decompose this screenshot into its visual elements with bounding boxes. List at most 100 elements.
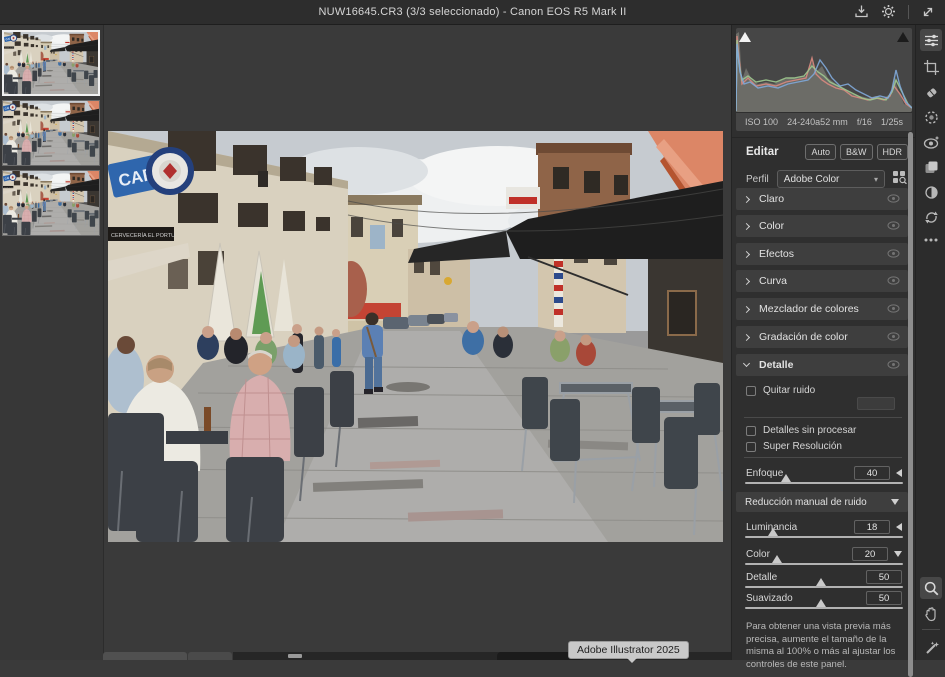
super-resolution-row: Super Resolución bbox=[746, 441, 842, 452]
edit-header: Editar Auto B&W HDR bbox=[732, 137, 916, 165]
dock-tooltip: Adobe Illustrator 2025 bbox=[568, 641, 689, 659]
filmstrip-thumbnail-2[interactable] bbox=[2, 100, 100, 166]
raw-details-checkbox[interactable] bbox=[746, 426, 756, 436]
collapse-down-icon[interactable] bbox=[894, 551, 902, 557]
section-label: Efectos bbox=[759, 248, 794, 260]
divider bbox=[744, 457, 902, 458]
edit-title: Editar bbox=[746, 146, 801, 158]
collapse-left-icon[interactable] bbox=[896, 469, 902, 477]
highlight-clipping-icon[interactable] bbox=[896, 30, 910, 42]
auto-button[interactable]: Auto bbox=[805, 144, 836, 160]
detail-nr-value[interactable]: 50 bbox=[866, 570, 902, 584]
smoothness-value[interactable]: 50 bbox=[866, 591, 902, 605]
histogram[interactable] bbox=[736, 28, 912, 112]
detail-nr-slider[interactable] bbox=[745, 586, 903, 588]
exif-iso: ISO 100 bbox=[745, 117, 778, 127]
color-nr-value[interactable]: 20 bbox=[852, 547, 888, 561]
manual-nr-header[interactable]: Reducción manual de ruido bbox=[736, 492, 908, 512]
luminance-label: Luminancia bbox=[746, 522, 854, 533]
profile-label: Perfil bbox=[746, 174, 769, 185]
dock-item[interactable] bbox=[103, 652, 187, 660]
filmstrip-thumbnail-1[interactable] bbox=[2, 30, 100, 96]
titlebar: NUW16645.CR3 (3/3 seleccionado) - Canon … bbox=[0, 0, 945, 25]
clean-tool-icon[interactable] bbox=[920, 637, 942, 659]
eye-icon[interactable] bbox=[887, 245, 900, 263]
divider bbox=[744, 417, 902, 418]
presets-tool-icon[interactable] bbox=[920, 156, 942, 178]
slider-thumb[interactable] bbox=[816, 578, 826, 586]
chevron-down-icon: ▾ bbox=[874, 175, 878, 184]
chevron-right-icon bbox=[743, 333, 750, 340]
collapse-down-icon bbox=[891, 499, 899, 505]
tool-rail bbox=[915, 25, 945, 660]
denoise-row: Quitar ruido bbox=[746, 385, 815, 396]
shadow-clipping-icon[interactable] bbox=[738, 30, 752, 42]
eye-icon[interactable] bbox=[887, 217, 900, 235]
hand-tool-icon[interactable] bbox=[920, 603, 942, 625]
collapse-left-icon[interactable] bbox=[896, 523, 902, 531]
titlebar-divider bbox=[908, 5, 909, 19]
manual-nr-label: Reducción manual de ruido bbox=[745, 497, 891, 508]
dock-item[interactable] bbox=[288, 654, 302, 658]
section-claro[interactable]: Claro bbox=[736, 188, 908, 210]
crop-tool-icon[interactable] bbox=[920, 56, 942, 78]
chevron-right-icon bbox=[743, 222, 750, 229]
edit-tool-icon[interactable] bbox=[920, 29, 942, 51]
photo-preview[interactable] bbox=[108, 131, 723, 542]
luminance-slider[interactable] bbox=[745, 536, 903, 538]
eye-icon[interactable] bbox=[887, 328, 900, 346]
zoom-tool-icon[interactable] bbox=[920, 577, 942, 599]
red-eye-tool-icon[interactable] bbox=[920, 131, 942, 153]
color-nr-row: Color 20 bbox=[746, 547, 902, 561]
section-efectos[interactable]: Efectos bbox=[736, 243, 908, 265]
bw-button[interactable]: B&W bbox=[840, 144, 873, 160]
super-resolution-checkbox[interactable] bbox=[746, 442, 756, 452]
sharpen-label: Enfoque bbox=[746, 468, 854, 479]
healing-tool-icon[interactable] bbox=[920, 81, 942, 103]
dock-tooltip-text: Adobe Illustrator 2025 bbox=[577, 644, 680, 656]
section-curva[interactable]: Curva bbox=[736, 270, 908, 292]
sharpen-row: Enfoque 40 bbox=[746, 466, 902, 480]
slider-thumb[interactable] bbox=[816, 599, 826, 607]
chevron-right-icon bbox=[743, 195, 750, 202]
versions-tool-icon[interactable] bbox=[920, 181, 942, 203]
denoise-label: Quitar ruido bbox=[763, 385, 815, 396]
eye-icon[interactable] bbox=[887, 272, 900, 290]
panel-scrollbar[interactable] bbox=[908, 132, 913, 677]
sharpen-slider[interactable] bbox=[745, 482, 903, 484]
rail-divider bbox=[922, 629, 940, 630]
filmstrip bbox=[0, 25, 103, 660]
denoise-checkbox[interactable] bbox=[746, 386, 756, 396]
filmstrip-thumbnail-3[interactable] bbox=[2, 170, 100, 236]
raw-details-label: Detalles sin procesar bbox=[763, 425, 856, 436]
dock-item[interactable] bbox=[188, 652, 232, 660]
section-color[interactable]: Color bbox=[736, 215, 908, 237]
hdr-button[interactable]: HDR bbox=[877, 144, 909, 160]
eye-icon[interactable] bbox=[887, 190, 900, 208]
profile-browser-icon[interactable] bbox=[892, 170, 908, 189]
luminance-value[interactable]: 18 bbox=[854, 520, 890, 534]
fullscreen-icon[interactable] bbox=[921, 5, 935, 19]
more-tools-icon[interactable] bbox=[920, 229, 942, 251]
main-canvas bbox=[103, 25, 731, 660]
section-label: Gradación de color bbox=[759, 331, 848, 343]
eye-icon[interactable] bbox=[887, 356, 900, 374]
export-icon[interactable] bbox=[854, 4, 869, 19]
profile-select[interactable]: Adobe Color ▾ bbox=[777, 170, 885, 188]
eye-icon[interactable] bbox=[887, 300, 900, 318]
masking-tool-icon[interactable] bbox=[920, 106, 942, 128]
chevron-right-icon bbox=[743, 250, 750, 257]
section-mezclador[interactable]: Mezclador de colores bbox=[736, 298, 908, 320]
slider-thumb[interactable] bbox=[781, 474, 791, 482]
smoothness-slider[interactable] bbox=[745, 607, 903, 609]
section-gradacion[interactable]: Gradación de color bbox=[736, 326, 908, 348]
slider-thumb[interactable] bbox=[768, 528, 778, 536]
slider-thumb[interactable] bbox=[772, 555, 782, 563]
exif-aperture: f/16 bbox=[857, 117, 872, 127]
sharpen-value[interactable]: 40 bbox=[854, 466, 890, 480]
color-nr-slider[interactable] bbox=[745, 563, 903, 565]
section-detalle[interactable]: Detalle bbox=[736, 354, 908, 376]
sync-tool-icon[interactable] bbox=[920, 206, 942, 228]
settings-gear-icon[interactable] bbox=[881, 4, 896, 19]
section-label: Curva bbox=[759, 275, 787, 287]
